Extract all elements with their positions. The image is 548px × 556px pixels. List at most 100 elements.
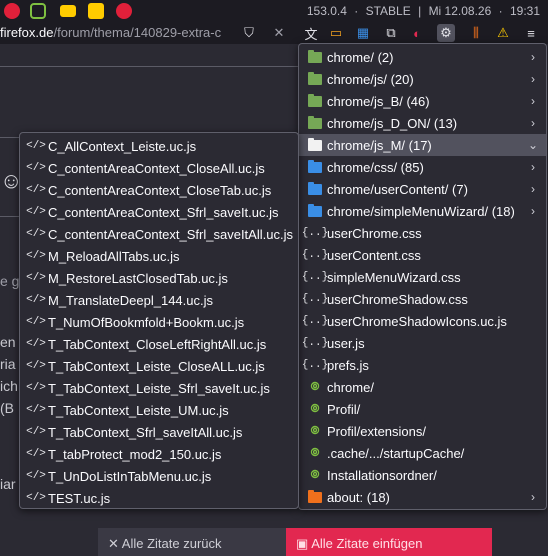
script-menu-item[interactable]: </> C_contentAreaContext_CloseAll.uc.js bbox=[20, 157, 298, 179]
script-menu-item[interactable]: </> T_TabContext_Leiste_Sfrl_saveIt.uc.js bbox=[20, 377, 298, 399]
menu-item[interactable]: chrome/simpleMenuWizard/ (18) › bbox=[299, 200, 546, 222]
script-icon: </> bbox=[26, 470, 46, 482]
menu-item[interactable]: about: (18) › bbox=[299, 486, 546, 508]
script-menu-item[interactable]: </> M_RestoreLastClosedTab.uc.js bbox=[20, 267, 298, 289]
url-field[interactable]: firefox.de/forum/thema/140829-extra-c bbox=[0, 25, 235, 40]
sliders-icon[interactable]: ⫼ bbox=[467, 24, 485, 42]
folder-icon bbox=[307, 159, 323, 174]
menu-item-label: Profil/extensions/ bbox=[327, 423, 426, 439]
grid-icon[interactable]: ▦ bbox=[354, 24, 372, 42]
menu-item-label: C_contentAreaContext_CloseAll.uc.js bbox=[48, 160, 265, 176]
script-menu-item[interactable]: </> C_contentAreaContext_Sfrl_saveIt.uc.j… bbox=[20, 201, 298, 223]
text-fragment: (B bbox=[0, 400, 14, 416]
firefox-icon[interactable] bbox=[4, 3, 20, 19]
menu-item[interactable]: chrome/css/ (85) › bbox=[299, 156, 546, 178]
app-icon-green[interactable] bbox=[30, 3, 46, 19]
shield-icon[interactable]: ⛉ bbox=[240, 24, 258, 42]
menu-item-label: chrome/userContent/ (7) bbox=[327, 181, 468, 197]
script-icon: </> bbox=[26, 294, 46, 306]
script-icon: </> bbox=[26, 316, 46, 328]
gear-icon[interactable]: ⚙ bbox=[437, 24, 455, 42]
menu-item-label: TEST.uc.js bbox=[48, 490, 111, 506]
close-icon[interactable]: ✕ bbox=[270, 24, 288, 42]
firefox-icon-2[interactable] bbox=[116, 3, 132, 19]
insert-all-quotes-button[interactable]: ▣ Alle Zitate einfügen bbox=[286, 528, 492, 556]
menu-item[interactable]: chrome/js_D_ON/ (13) › bbox=[299, 112, 546, 134]
script-icon: </> bbox=[26, 228, 46, 240]
remove-all-quotes-button[interactable]: ✕ Alle Zitate zurück bbox=[98, 528, 290, 556]
menu-item[interactable]: chrome/js_B/ (46) › bbox=[299, 90, 546, 112]
file-icon: {..} bbox=[301, 315, 329, 327]
text-fragment: iar bbox=[0, 476, 16, 492]
folder-icon bbox=[307, 203, 323, 218]
open-folder-icon: ⦾ bbox=[310, 402, 320, 415]
mail-icon[interactable] bbox=[88, 3, 104, 19]
menu-item-label: T_TabContext_Leiste_CloseALL.uc.js bbox=[48, 358, 265, 374]
menu-item-label: T_TabContext_Sfrl_saveItAll.uc.js bbox=[48, 424, 243, 440]
script-menu-item[interactable]: </> C_contentAreaContext_Sfrl_saveItAll.u… bbox=[20, 223, 298, 245]
chevron-right-icon: › bbox=[531, 182, 535, 196]
menu-item[interactable]: {..} prefs.js bbox=[299, 354, 546, 376]
menu-item[interactable]: chrome/js_M/ (17) ⌄ bbox=[299, 134, 546, 156]
script-menu-item[interactable]: </> T_UnDoListInTabMenu.uc.js bbox=[20, 465, 298, 487]
menu-item-label: T_NumOfBookmfold+Bookm.uc.js bbox=[48, 314, 245, 330]
dhl-icon[interactable] bbox=[60, 5, 76, 17]
menu-item-label: userChromeShadow.css bbox=[327, 291, 468, 307]
folder-icon[interactable]: ▭ bbox=[327, 24, 345, 42]
menu-icon[interactable]: ≡ bbox=[522, 24, 540, 42]
open-folder-icon: ⦾ bbox=[310, 380, 320, 393]
open-folder-icon: ⦾ bbox=[310, 424, 320, 437]
channel-label: STABLE bbox=[365, 4, 411, 18]
system-status-bar: 153.0.4 · STABLE | Mi 12.08.26 · 19:31 bbox=[0, 0, 548, 22]
menu-item-label: chrome/ bbox=[327, 379, 374, 395]
folder-icon bbox=[307, 71, 323, 86]
date-label: Mi 12.08.26 bbox=[428, 4, 492, 18]
menu-item[interactable]: {..} simpleMenuWizard.css bbox=[299, 266, 546, 288]
menu-item-label: chrome/js_D_ON/ (13) bbox=[327, 115, 458, 131]
script-menu-item[interactable]: </> T_TabContext_Sfrl_saveItAll.uc.js bbox=[20, 421, 298, 443]
script-menu-item[interactable]: </> T_TabContext_Leiste_UM.uc.js bbox=[20, 399, 298, 421]
script-menu-item[interactable]: </> T_TabContext_Leiste_CloseALL.uc.js bbox=[20, 355, 298, 377]
folder-icon bbox=[307, 181, 323, 196]
menu-item[interactable]: {..} userChrome.css bbox=[299, 222, 546, 244]
script-menu-item[interactable]: </> C_AllContext_Leiste.uc.js bbox=[20, 135, 298, 157]
toggle-icon[interactable]: ◐ bbox=[408, 24, 426, 42]
menu-item-label: userChromeShadowIcons.uc.js bbox=[327, 313, 507, 329]
file-icon: {..} bbox=[301, 249, 329, 261]
menu-item-label: T_TabContext_CloseLeftRightAll.uc.js bbox=[48, 336, 267, 352]
menu-item[interactable]: {..} userChromeShadowIcons.uc.js bbox=[299, 310, 546, 332]
warning-icon[interactable]: ⚠ bbox=[494, 24, 512, 42]
menu-item[interactable]: ⦾ .cache/.../startupCache/ bbox=[299, 442, 546, 464]
chevron-right-icon: › bbox=[531, 160, 535, 174]
file-icon: {..} bbox=[301, 227, 329, 239]
menu-item[interactable]: {..} user.js bbox=[299, 332, 546, 354]
menu-item[interactable]: {..} userChromeShadow.css bbox=[299, 288, 546, 310]
menu-item-label: chrome/js_B/ (46) bbox=[327, 93, 430, 109]
chevron-right-icon: › bbox=[531, 50, 535, 64]
menu-item-label: M_TranslateDeepl_144.uc.js bbox=[48, 292, 213, 308]
menu-item[interactable]: ⦾ chrome/ bbox=[299, 376, 546, 398]
script-menu-item[interactable]: </> M_ReloadAllTabs.uc.js bbox=[20, 245, 298, 267]
menu-item[interactable]: ⦾ Profil/ bbox=[299, 398, 546, 420]
text-fragment: ria bbox=[0, 356, 16, 372]
script-menu-item[interactable]: </> C_contentAreaContext_CloseTab.uc.js bbox=[20, 179, 298, 201]
script-menu-item[interactable]: </> TEST.uc.js bbox=[20, 487, 298, 509]
menu-item[interactable]: ⦾ Installationsordner/ bbox=[299, 464, 546, 486]
script-menu-item[interactable]: </> M_TranslateDeepl_144.uc.js bbox=[20, 289, 298, 311]
menu-item[interactable]: chrome/js/ (20) › bbox=[299, 68, 546, 90]
menu-item[interactable]: chrome/userContent/ (7) › bbox=[299, 178, 546, 200]
screenshot-icon[interactable]: ⧉ bbox=[382, 24, 400, 42]
menu-item[interactable]: ⦾ Profil/extensions/ bbox=[299, 420, 546, 442]
script-menu-item[interactable]: </> T_NumOfBookmfold+Bookm.uc.js bbox=[20, 311, 298, 333]
script-menu-item[interactable]: </> T_tabProtect_mod2_150.uc.js bbox=[20, 443, 298, 465]
file-icon: {..} bbox=[301, 271, 329, 283]
chevron-down-icon: ⌄ bbox=[527, 138, 539, 152]
menu-item[interactable]: {..} userContent.css bbox=[299, 244, 546, 266]
menu-item-label: chrome/simpleMenuWizard/ (18) bbox=[327, 203, 515, 219]
chevron-right-icon: › bbox=[531, 116, 535, 130]
translate-icon[interactable]: 文 bbox=[302, 24, 320, 42]
menu-item[interactable]: chrome/ (2) › bbox=[299, 46, 546, 68]
scripts-submenu: </> C_AllContext_Leiste.uc.js </> C_content… bbox=[19, 132, 299, 509]
chevron-right-icon: › bbox=[531, 490, 535, 504]
script-menu-item[interactable]: </> T_TabContext_CloseLeftRightAll.uc.js bbox=[20, 333, 298, 355]
